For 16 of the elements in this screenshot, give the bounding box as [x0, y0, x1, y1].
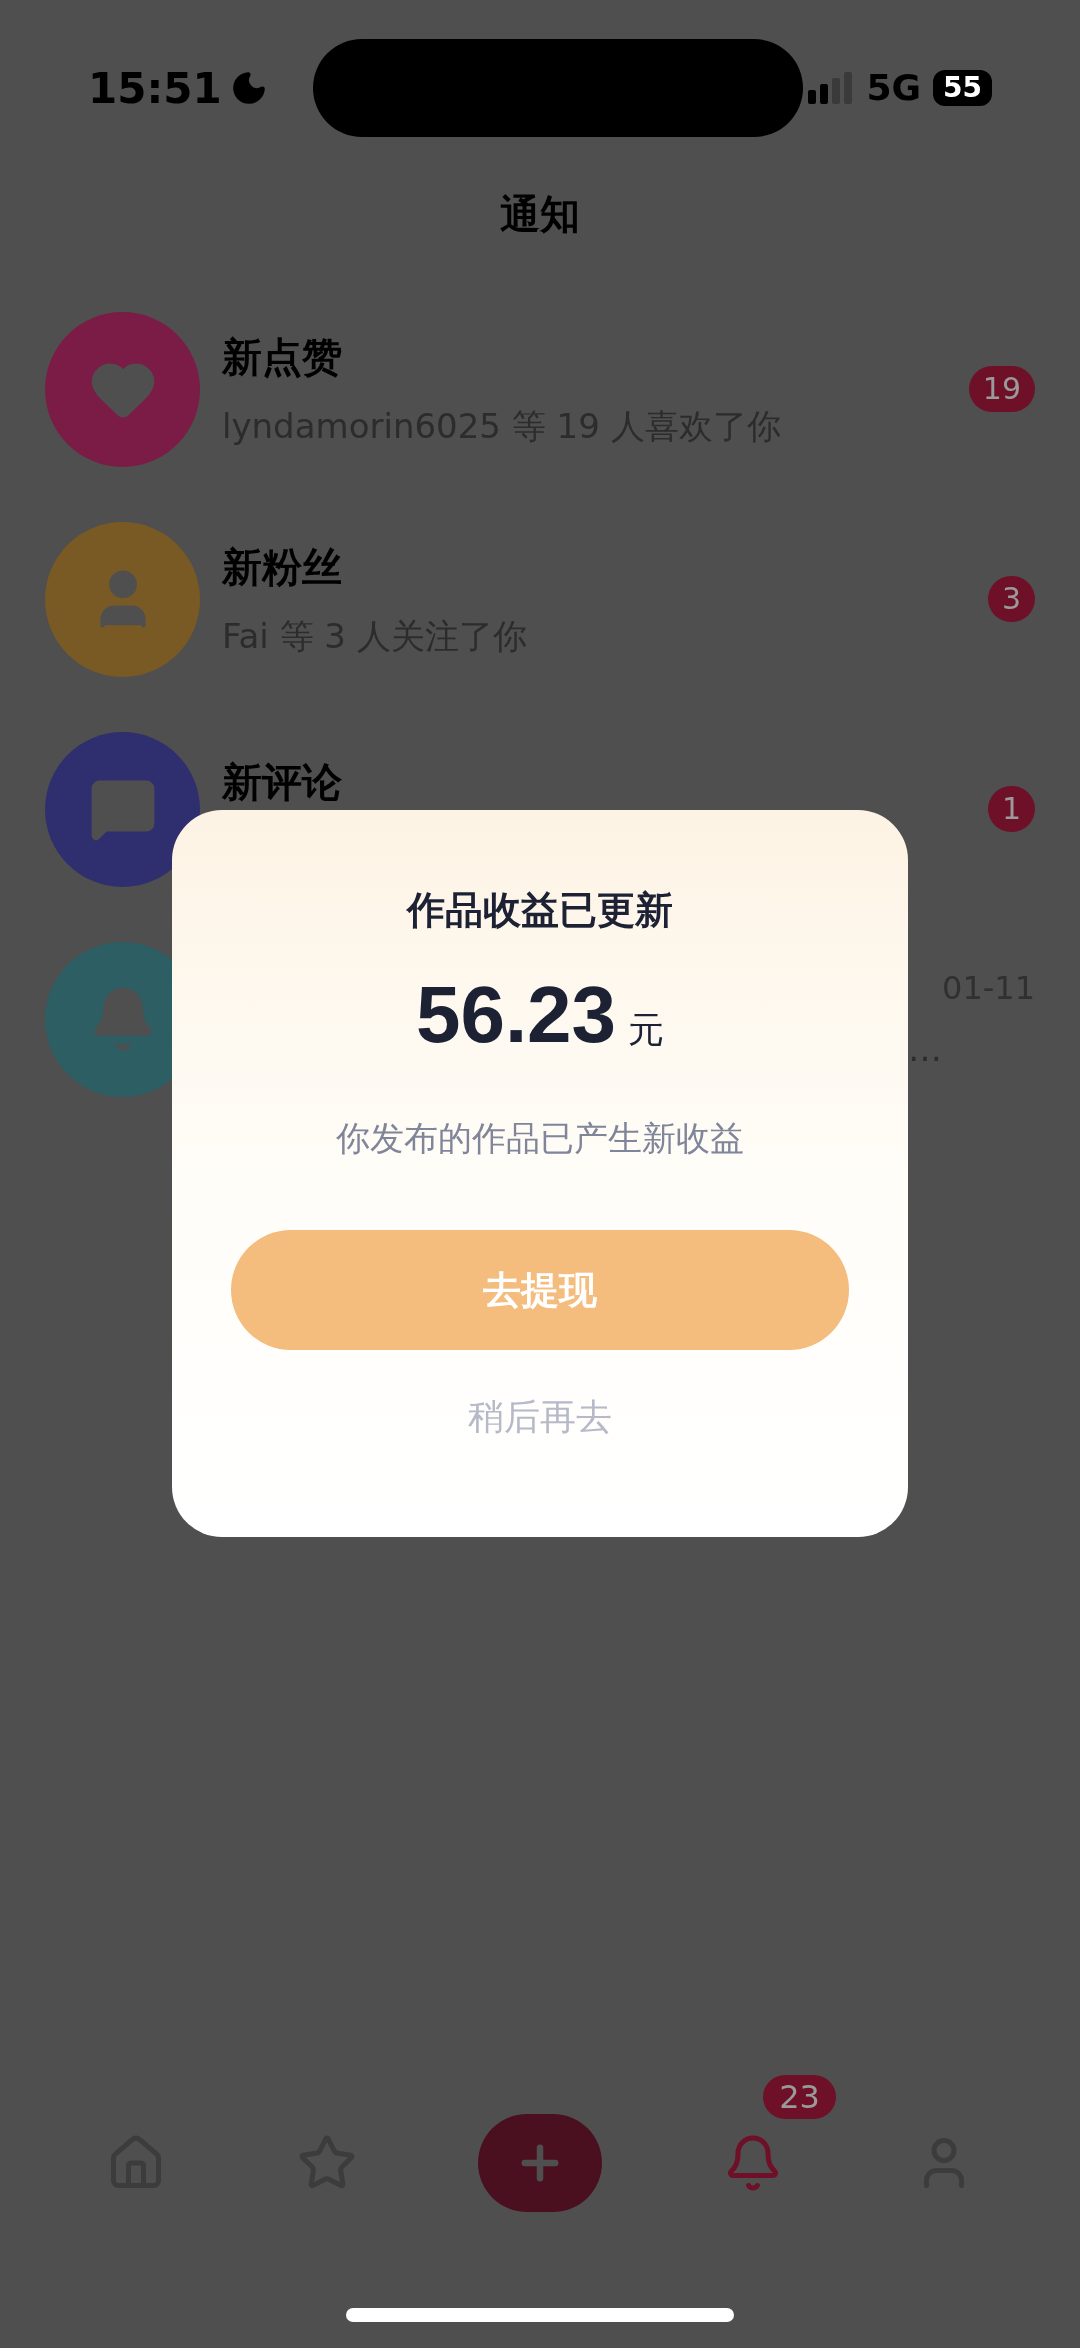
currency-unit: 元 [628, 1008, 665, 1052]
status-time: 15:51 [88, 62, 222, 115]
notification-title: 新点赞 [222, 332, 343, 382]
notification-preview: … [908, 1027, 942, 1071]
notification-title: 新评论 [222, 758, 343, 807]
earnings-amount: 56.23 [415, 975, 617, 1055]
tab-badge: 23 [763, 2075, 836, 2119]
count-badge: 1 [987, 786, 1035, 832]
dialog-message: 你发布的作品已产生新收益 [336, 1117, 744, 1160]
count-badge: 3 [987, 576, 1035, 622]
count-badge: 19 [968, 366, 1035, 412]
dialog-title: 作品收益已更新 [407, 887, 673, 934]
network-label: 5G [866, 66, 921, 110]
notification-title: 新粉丝 [222, 542, 343, 592]
battery-indicator: 55 [933, 70, 992, 106]
page-title: 通知 [500, 190, 580, 239]
